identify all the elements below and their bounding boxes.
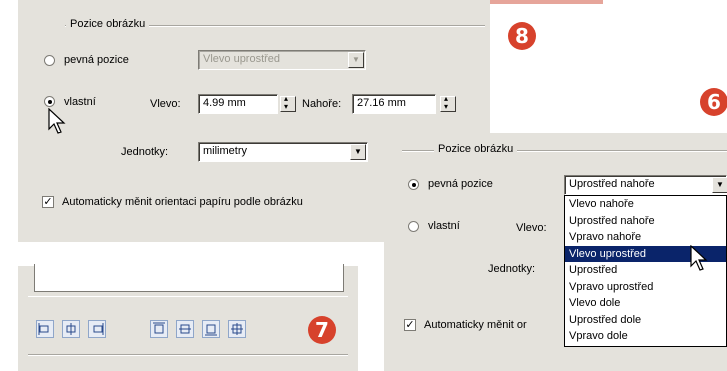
mouse-cursor-icon: [690, 245, 708, 271]
radio-fixed-label: pevná pozice: [64, 54, 129, 66]
position-option[interactable]: Vpravo uprostřed: [565, 279, 726, 296]
align-bottom-button[interactable]: [202, 320, 220, 338]
step-badge-7: 7: [308, 316, 336, 344]
mouse-cursor-icon: [48, 108, 66, 134]
radio-fixed-position[interactable]: [44, 55, 55, 66]
step-badge-6: 6: [700, 88, 727, 116]
position-option[interactable]: Vpravo nahoře: [565, 229, 726, 246]
align-center-h-button[interactable]: [62, 320, 80, 338]
align-left-button[interactable]: [36, 320, 54, 338]
units-dropdown[interactable]: milimetry: [198, 142, 368, 162]
align-center-button[interactable]: [228, 320, 246, 338]
units-value: milimetry: [203, 145, 247, 157]
group-title: Pozice obrázku: [434, 143, 518, 155]
dialog-panel-bottom-left: [18, 264, 358, 371]
top-label: Nahoře:: [302, 98, 342, 110]
fixed-position-value: Uprostřed nahoře: [569, 178, 655, 190]
group-title: Pozice obrázku: [66, 18, 150, 30]
align-left-icon: [38, 323, 49, 335]
units-label: Jednotky:: [488, 263, 536, 275]
left-offset-value: 4.99 mm: [203, 97, 246, 109]
align-top-icon: [153, 322, 165, 334]
align-top-button[interactable]: [150, 320, 168, 338]
auto-orient-checkbox[interactable]: ✓: [42, 196, 54, 208]
left-label: Vlevo:: [150, 98, 181, 110]
fixed-position-dropdown-arrow[interactable]: ▼: [712, 177, 727, 193]
left-label: Vlevo:: [516, 222, 547, 234]
radio-fixed-label: pevná pozice: [428, 178, 493, 190]
units-label: Jednotky:: [121, 146, 169, 158]
left-offset-input[interactable]: 4.99 mm: [198, 94, 278, 114]
radio-custom-position[interactable]: [44, 96, 55, 107]
radio-custom-label: vlastní: [428, 220, 460, 232]
fixed-position-dropdown[interactable]: Uprostřed nahoře: [564, 175, 727, 195]
top-offset-spinner[interactable]: [440, 94, 456, 112]
toolbar-separator: [28, 354, 348, 356]
align-right-button[interactable]: [88, 320, 106, 338]
preview-frame: [34, 264, 344, 292]
align-center-h-icon: [66, 323, 76, 335]
auto-orient-checkbox[interactable]: ✓: [404, 319, 416, 331]
left-offset-spinner[interactable]: [280, 94, 296, 112]
top-offset-value: 27.16 mm: [357, 97, 406, 109]
dialog-panel-right: Pozice obrázku pevná pozice Uprostřed na…: [384, 133, 727, 371]
step-badge-8: 8: [508, 22, 536, 50]
position-option[interactable]: Uprostřed dole: [565, 312, 726, 329]
radio-fixed-position[interactable]: [408, 179, 419, 190]
preview-frame-shadow: [28, 296, 348, 297]
align-center-v-button[interactable]: [176, 320, 194, 338]
units-dropdown-arrow[interactable]: ▼: [350, 144, 366, 160]
fixed-position-dropdown-arrow[interactable]: ▼: [348, 52, 364, 68]
fixed-position-value: Vlevo uprostřed: [203, 53, 281, 65]
radio-custom-label: vlastní: [64, 96, 96, 108]
position-option[interactable]: Vlevo nahoře: [565, 196, 726, 213]
position-option[interactable]: Uprostřed nahoře: [565, 213, 726, 230]
top-offset-input[interactable]: 27.16 mm: [352, 94, 436, 114]
fixed-position-dropdown[interactable]: Vlevo uprostřed: [198, 50, 366, 70]
align-bottom-icon: [205, 324, 217, 336]
position-option[interactable]: Vpravo dole: [565, 328, 726, 345]
radio-custom-position[interactable]: [408, 221, 419, 232]
align-right-icon: [93, 323, 104, 335]
align-center-icon: [231, 323, 243, 335]
auto-orient-label: Automaticky měnit orientaci papíru podle…: [62, 196, 303, 208]
align-center-v-icon: [179, 324, 191, 334]
auto-orient-label: Automaticky měnit or: [424, 319, 527, 331]
position-option[interactable]: Vlevo dole: [565, 295, 726, 312]
